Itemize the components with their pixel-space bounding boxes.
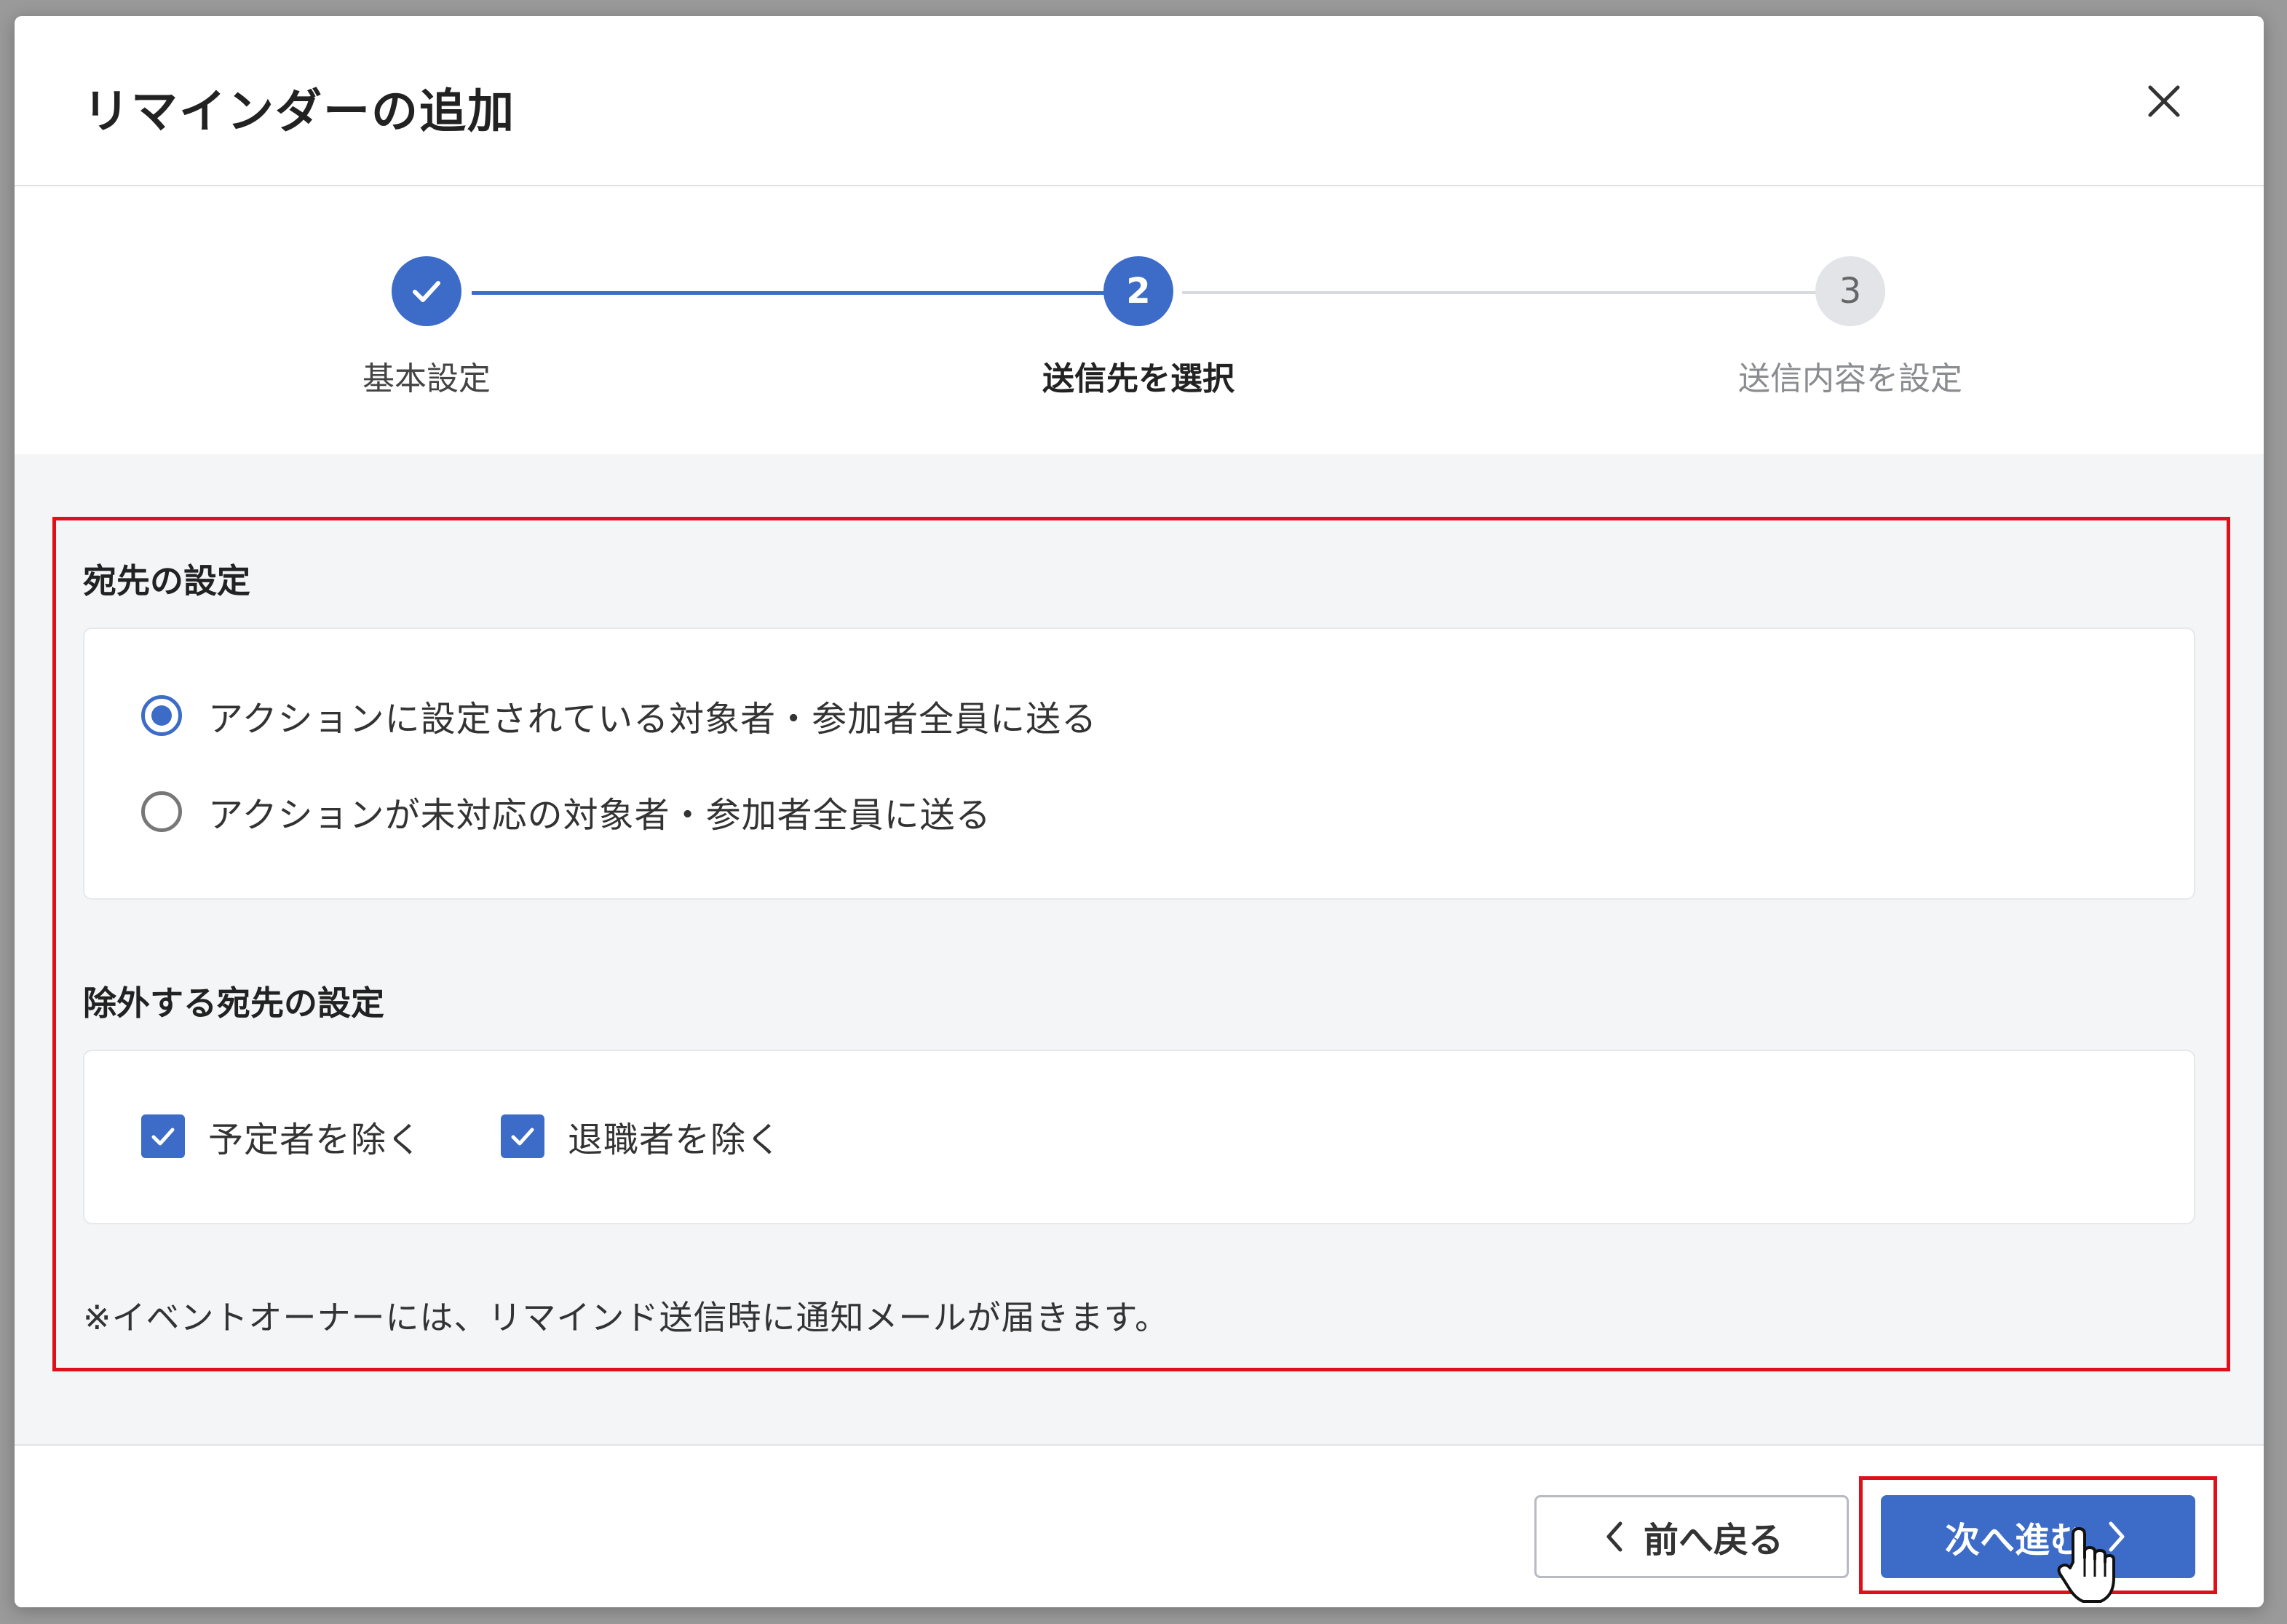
dialog-body: 宛先の設定 アクションに設定されている対象者・参加者全員に送る アクションが未対…	[15, 454, 2264, 1444]
recipients-section-title: 宛先の設定	[83, 561, 250, 601]
checkbox-label: 予定者を除く	[208, 1120, 423, 1160]
radio-option-all-targets[interactable]: アクションに設定されている対象者・参加者全員に送る	[141, 690, 1097, 741]
radio-button-checked[interactable]	[141, 695, 182, 736]
close-button[interactable]	[2140, 77, 2188, 125]
back-button-label: 前へ戻る	[1643, 1520, 1783, 1561]
step-3-label: 送信内容を設定	[1738, 360, 1962, 397]
chevron-left-icon	[1606, 1521, 1622, 1552]
radio-button-unchecked[interactable]	[141, 791, 182, 832]
checkbox-checked[interactable]	[141, 1114, 185, 1158]
step-indicator: 2 3 基本設定 送信先を選択 送信内容を設定	[15, 186, 2264, 454]
close-icon	[2148, 85, 2180, 117]
check-icon	[413, 281, 440, 302]
step-1-circle	[392, 256, 461, 326]
background-text-fragment	[0, 0, 1092, 16]
back-button[interactable]: 前へ戻る	[1534, 1495, 1849, 1578]
recipients-card: アクションに設定されている対象者・参加者全員に送る アクションが未対応の対象者・…	[83, 627, 2195, 900]
check-icon	[511, 1128, 534, 1146]
dialog-header: リマインダーの追加	[15, 16, 2264, 186]
dialog-title: リマインダーの追加	[83, 85, 515, 139]
checkbox-label: 退職者を除く	[568, 1120, 782, 1160]
checkbox-exclude-scheduled[interactable]: 予定者を除く	[141, 1111, 422, 1162]
step-2-label: 送信先を選択	[1042, 360, 1234, 397]
step-2-circle: 2	[1103, 256, 1173, 326]
next-button[interactable]: 次へ進む	[1881, 1495, 2195, 1578]
check-icon	[151, 1128, 175, 1146]
hand-pointer-cursor-icon	[2057, 1527, 2115, 1603]
radio-option-label: アクションに設定されている対象者・参加者全員に送る	[208, 699, 1098, 740]
checkbox-checked[interactable]	[501, 1114, 544, 1158]
dialog-footer: 前へ戻る 次へ進む	[15, 1444, 2264, 1607]
step-1-label: 基本設定	[362, 360, 491, 397]
exclusions-card: 予定者を除く 退職者を除く	[83, 1050, 2195, 1224]
add-reminder-dialog: リマインダーの追加 2 3 基本設定 送信先を選択 送信内容を設定 宛先の設定	[15, 16, 2264, 1607]
checkbox-exclude-retired[interactable]: 退職者を除く	[501, 1111, 782, 1162]
exclusions-section-title: 除外する宛先の設定	[83, 983, 384, 1023]
radio-option-unresponded[interactable]: アクションが未対応の対象者・参加者全員に送る	[141, 786, 991, 837]
owner-notification-note: ※イベントオーナーには、リマインド送信時に通知メールが届きます。	[83, 1298, 1169, 1337]
step-connector-upcoming	[1182, 291, 1823, 294]
step-connector-completed	[472, 291, 1108, 295]
step-3-circle: 3	[1815, 256, 1885, 326]
radio-option-label: アクションが未対応の対象者・参加者全員に送る	[208, 795, 991, 836]
